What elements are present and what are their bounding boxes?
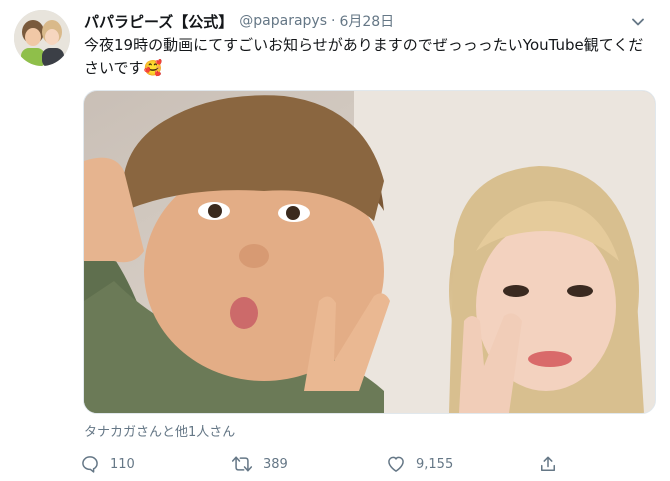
chevron-down-icon <box>632 18 644 26</box>
avatar-image <box>14 10 70 66</box>
reply-icon <box>82 456 98 473</box>
tweet-photo[interactable] <box>83 90 656 414</box>
tagged-users-link[interactable]: タナカガさんと他1人さん <box>84 421 235 440</box>
like-count: 9,155 <box>416 456 454 472</box>
retweet-count: 389 <box>263 456 288 472</box>
reply-count: 110 <box>110 456 135 472</box>
share-icon <box>541 456 555 471</box>
retweet-button[interactable]: 389 <box>231 450 288 478</box>
more-options-button[interactable] <box>628 12 648 32</box>
user-handle[interactable]: @paparapys <box>239 13 327 29</box>
tweet-date[interactable]: 6月28日 <box>339 11 394 31</box>
tweet-actions: 110 389 9,155 <box>80 450 660 478</box>
like-button[interactable]: 9,155 <box>386 450 453 478</box>
tweet-text: 今夜19時の動画にてすごいお知らせがありますのでぜっっったいYouTube観てく… <box>84 36 644 77</box>
share-button[interactable] <box>538 450 568 478</box>
reply-button[interactable]: 110 <box>80 450 135 478</box>
retweet-icon <box>231 456 253 472</box>
avatar[interactable] <box>14 10 70 66</box>
display-name[interactable]: パパラピーズ【公式】 <box>84 11 233 32</box>
tweet-header: パパラピーズ【公式】 @paparapys · 6月28日 <box>84 10 394 32</box>
separator-dot: · <box>331 13 336 29</box>
heart-icon <box>388 456 404 472</box>
photo-image <box>84 91 655 413</box>
